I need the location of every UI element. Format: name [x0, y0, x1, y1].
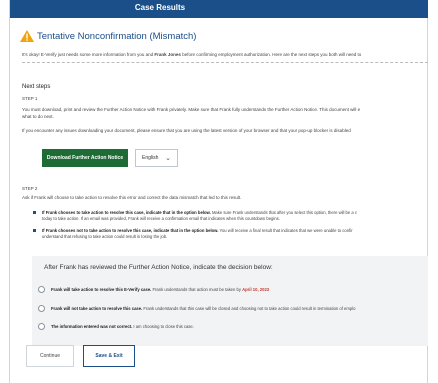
window-right-edge: [427, 0, 438, 383]
option1-bold: If Frank chooses to take action to resol…: [42, 210, 211, 215]
radio-button[interactable]: [38, 305, 45, 312]
option-take-action-info: If Frank chooses to take action to resol…: [33, 210, 357, 222]
r3-bold: The information entered was not correct.: [51, 324, 133, 329]
step2-label: STEP 2: [22, 186, 38, 191]
radio-button[interactable]: [38, 323, 45, 330]
notice-subtitle-pre: It's okay! E-Verify just needs some more…: [22, 52, 155, 57]
warning-icon: [20, 30, 34, 42]
r2-rest: Frank understands that this case will be…: [142, 306, 356, 311]
decision-panel: After Frank has reviewed the Further Act…: [32, 256, 428, 346]
decision-title: After Frank has reviewed the Further Act…: [44, 264, 273, 271]
option2-rest: You will receive a final result that ind…: [218, 228, 353, 233]
download-notice-button[interactable]: Download Further Action Notice: [42, 149, 128, 167]
radio-button[interactable]: [38, 286, 45, 293]
page-title: Case Results: [134, 3, 186, 12]
option1-rest: Make sure Frank understands that after y…: [210, 210, 357, 215]
bullet-icon: [33, 211, 36, 214]
step1-label: STEP 1: [22, 96, 38, 101]
divider: [22, 62, 428, 63]
main-content: Tentative Nonconfirmation (Mismatch) It'…: [20, 18, 428, 383]
window-left-edge: [0, 0, 10, 383]
notice-subtitle-post: before confirming employment authorizati…: [180, 52, 362, 57]
save-exit-button[interactable]: Save & Exit: [83, 345, 135, 367]
option2-bold: If Frank chooses not to take action to r…: [42, 228, 219, 233]
notice-subtitle: It's okay! E-Verify just needs some more…: [22, 52, 361, 57]
option-no-action-info: If Frank chooses not to take action to r…: [33, 228, 353, 240]
language-select[interactable]: English ⌄: [135, 149, 178, 167]
employee-name: Frank Jones: [154, 52, 181, 57]
language-select-value: English: [142, 155, 159, 161]
step1-note: If you encounter any issues downloading …: [22, 128, 351, 133]
continue-button[interactable]: Continue: [26, 345, 74, 367]
chevron-down-icon: ⌄: [165, 155, 171, 162]
step1-line2: what to do next.: [22, 114, 54, 119]
deadline-date: April 10, 2023: [242, 287, 270, 292]
step1-line1: You must download, print and review the …: [22, 107, 361, 112]
bullet-icon: [33, 229, 36, 232]
option1-line2: today to take action. If an email was pr…: [42, 216, 280, 221]
r2-bold: Frank will not take action to resolve th…: [51, 306, 143, 311]
notice-title: Tentative Nonconfirmation (Mismatch): [37, 31, 197, 42]
r1-rest: Frank understands that action must be ta…: [151, 287, 243, 292]
step1-text: You must download, print and review the …: [22, 106, 428, 120]
page: Case Results Tentative Nonconfirmation (…: [0, 0, 438, 383]
next-steps-heading: Next steps: [22, 84, 51, 90]
r3-rest: I am choosing to close this case.: [132, 324, 194, 329]
header-bar: Case Results: [10, 0, 428, 18]
option2-line2: understand that refusing to take action …: [42, 234, 168, 239]
r1-bold: Frank will take action to resolve this E…: [51, 287, 152, 292]
step2-text: Ask if Frank will choose to take action …: [22, 195, 242, 200]
